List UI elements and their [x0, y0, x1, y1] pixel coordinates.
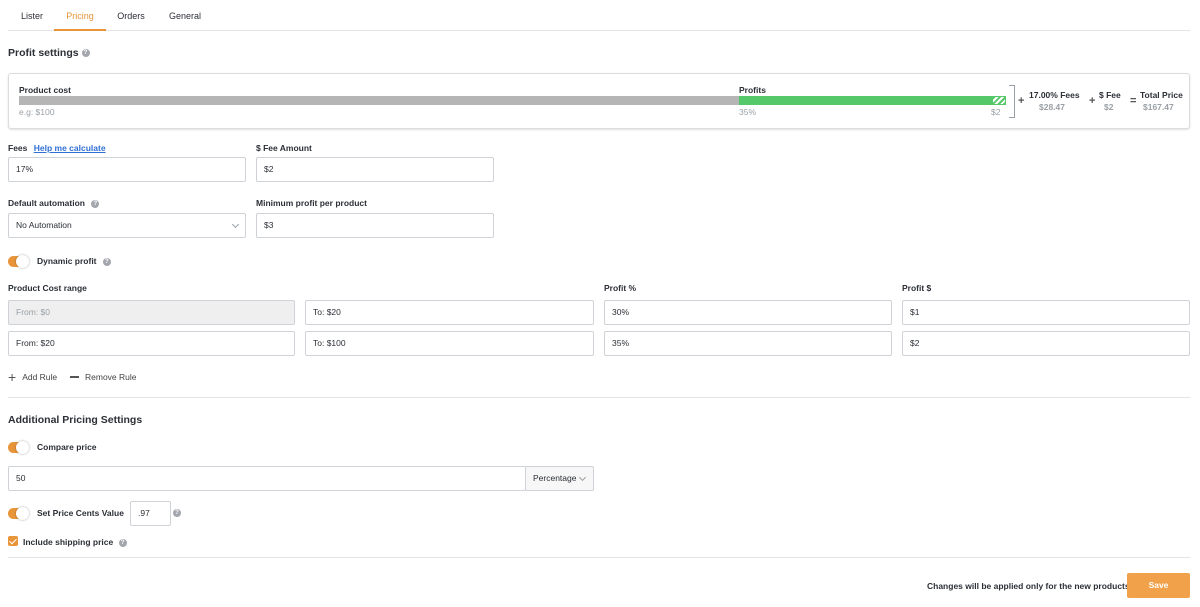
profit-calculator-card: Product cost e.g: $100 Profits 35% $2 + … [8, 73, 1190, 129]
add-rule-label: Add Rule [22, 372, 58, 382]
dynamic-profit-label: Dynamic profit [37, 256, 97, 266]
rule-2-from-input[interactable]: From: $20 [8, 331, 295, 356]
include-shipping-label-row: Include shipping price ? [23, 537, 127, 547]
tab-bar: Lister Pricing Orders General [8, 0, 1190, 31]
help-icon[interactable]: ? [81, 49, 90, 58]
fee-value: $2 [1104, 102, 1114, 112]
default-automation-value: No Automation [16, 220, 72, 230]
equals-sign: = [1130, 95, 1137, 107]
dynamic-profit-label-row: Dynamic profit ? [37, 256, 111, 266]
fee-bar [992, 96, 1006, 105]
remove-rule-label: Remove Rule [85, 372, 137, 382]
add-rule-button[interactable]: + Add Rule [8, 369, 58, 385]
remove-rule-button[interactable]: Remove Rule [70, 372, 137, 382]
dynamic-profit-toggle[interactable] [8, 255, 29, 268]
fee-amount-small: $2 [991, 107, 1001, 117]
plus-sign-2: + [1089, 95, 1096, 107]
product-cost-label: Product cost [19, 85, 71, 95]
compare-price-toggle[interactable] [8, 441, 29, 454]
min-profit-input[interactable]: $3 [256, 213, 494, 238]
chevron-down-icon [231, 220, 240, 229]
rule-2-to-input[interactable]: To: $100 [305, 331, 594, 356]
total-price-label: Total Price [1140, 90, 1183, 100]
cost-range-header: Product Cost range [8, 283, 87, 293]
toggle-knob [16, 507, 29, 520]
bracket-divider [1009, 85, 1015, 118]
profit-settings-title: Profit settings ? [8, 47, 90, 59]
automation-label-row: Default automation ? [8, 198, 100, 208]
rule-1-from-input: From: $0 [8, 300, 295, 325]
rule-1-to-input[interactable]: To: $20 [305, 300, 594, 325]
additional-settings-title: Additional Pricing Settings [8, 414, 143, 426]
divider [8, 557, 1190, 558]
rule-2-profit-usd-input[interactable]: $2 [902, 331, 1190, 356]
tab-general[interactable]: General [168, 11, 202, 31]
product-cost-placeholder: e.g: $100 [19, 107, 55, 117]
fees-percent-label: 17.00% Fees [1029, 90, 1080, 100]
help-icon[interactable]: ? [102, 257, 111, 266]
divider [8, 397, 1190, 398]
help-icon[interactable]: ? [173, 509, 181, 517]
fee-amount-input[interactable]: $2 [256, 157, 494, 182]
tab-lister[interactable]: Lister [19, 11, 45, 31]
min-profit-label: Minimum profit per product [256, 198, 367, 208]
fees-label-row: Fees Help me calculate [8, 143, 106, 153]
help-me-calculate-link[interactable]: Help me calculate [34, 143, 106, 153]
rule-1-profit-percent-input[interactable]: 30% [604, 300, 892, 325]
total-price-value: $167.47 [1143, 102, 1174, 112]
price-cents-label: Set Price Cents Value [37, 508, 124, 518]
save-button[interactable]: Save [1127, 573, 1190, 598]
compare-type-select[interactable]: Percentage [525, 466, 594, 491]
help-icon[interactable]: ? [91, 199, 100, 208]
default-automation-select[interactable]: No Automation [8, 213, 246, 238]
plus-sign: + [1018, 95, 1025, 107]
profit-percent: 35% [739, 107, 757, 117]
profit-settings-title-text: Profit settings [8, 47, 79, 59]
compare-type-value: Percentage [533, 473, 577, 483]
profit-percent-header: Profit % [604, 283, 637, 293]
plus-icon: + [8, 369, 17, 385]
rule-1-profit-usd-input[interactable]: $1 [902, 300, 1190, 325]
profits-bar [739, 96, 992, 105]
fees-input[interactable]: 17% [8, 157, 246, 182]
price-cents-toggle[interactable] [8, 507, 29, 520]
compare-price-label: Compare price [37, 442, 97, 452]
footer-note: Changes will be applied only for the new… [927, 581, 1130, 591]
compare-price-input[interactable]: 50 [8, 466, 526, 491]
price-cents-input[interactable]: .97 [130, 501, 171, 526]
include-shipping-checkbox[interactable] [8, 536, 18, 546]
profit-usd-header: Profit $ [902, 283, 932, 293]
fee-label: $ Fee [1099, 90, 1121, 100]
profits-label: Profits [739, 85, 766, 95]
include-shipping-label: Include shipping price [23, 537, 114, 547]
toggle-knob [16, 255, 29, 268]
product-cost-bar[interactable] [19, 96, 739, 105]
fees-value: $28.47 [1039, 102, 1065, 112]
tab-orders[interactable]: Orders [116, 11, 146, 31]
minus-icon [70, 376, 79, 378]
chevron-down-icon [578, 473, 587, 482]
default-automation-label: Default automation [8, 198, 85, 208]
help-icon[interactable]: ? [118, 538, 127, 547]
fee-amount-label: $ Fee Amount [256, 143, 312, 153]
rule-2-profit-percent-input[interactable]: 35% [604, 331, 892, 356]
toggle-knob [16, 441, 29, 454]
tab-pricing[interactable]: Pricing [54, 11, 106, 31]
fees-label: Fees [8, 143, 28, 153]
